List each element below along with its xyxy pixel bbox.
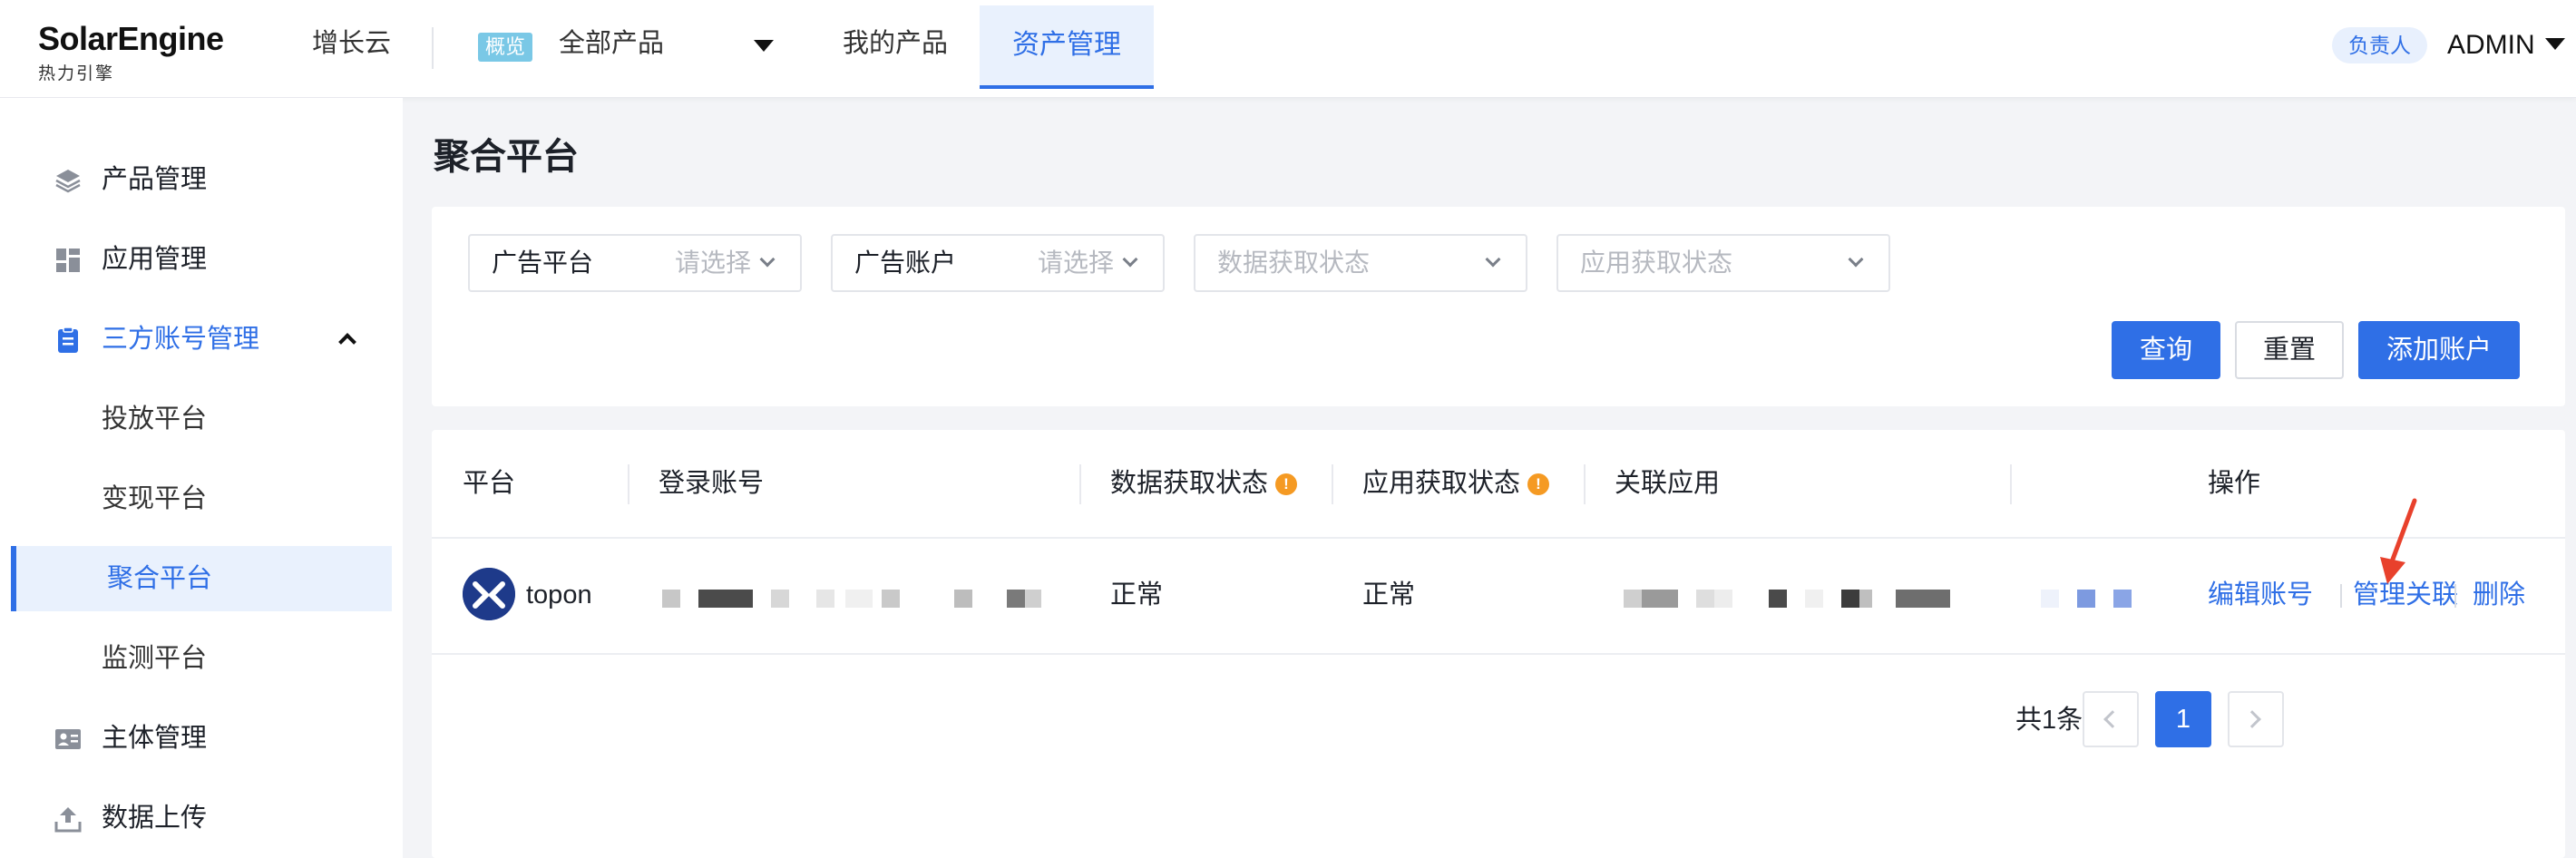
brand-name: SolarEngine [38,20,224,57]
accounts-table: 平台 登录账号 数据获取状态! 应用获取状态! 关联应用 操作 topon 正常… [432,430,2565,858]
column-divider [1079,464,1081,504]
app-status-placeholder: 应用获取状态 [1580,249,1733,277]
tab-asset-management-label: 资产管理 [1012,30,1121,60]
app-grid-icon [56,249,80,272]
my-products-link[interactable]: 我的产品 [843,0,948,87]
sidebar-item-ad-platform[interactable]: 投放平台 [0,385,392,453]
action-divider [2340,584,2342,608]
query-button[interactable]: 查询 [2112,321,2220,379]
sidebar-item-label: 主体管理 [102,724,208,753]
column-header-linked-apps: 关联应用 [1615,469,1721,498]
user-name: ADMIN [2447,30,2535,60]
edit-account-link[interactable]: 编辑账号 [2208,537,2313,653]
ad-account-placeholder: 请选择 [1038,249,1115,277]
sidebar-item-label: 数据上传 [102,804,208,833]
app-status-select[interactable]: 应用获取状态 [1556,234,1890,292]
pagination-total: 共1条 [2015,706,2083,735]
sidebar-item-product-management[interactable]: 产品管理 [0,145,392,214]
app-status-value: 正常 [1362,580,1416,609]
sidebar: 产品管理 应用管理 三方账号管理 投放平台 变现平台 聚合平台 监测平台 主体管… [0,98,403,858]
sidebar-item-label: 聚合平台 [107,564,213,593]
id-card-icon [55,729,81,749]
brand-logo[interactable]: SolarEngine 热力引擎 [38,20,224,84]
ad-platform-select[interactable]: 广告平台 请选择 [468,234,802,292]
user-caret-down-icon[interactable] [2545,38,2565,50]
owner-badge: 负责人 [2332,27,2427,63]
sidebar-item-data-upload[interactable]: 数据上传 [0,784,392,853]
sidebar-item-label: 投放平台 [102,405,208,434]
next-page-button[interactable] [2228,691,2284,747]
page-1-button[interactable]: 1 [2155,691,2211,747]
delete-link[interactable]: 删除 [2473,537,2525,653]
action-divider [2454,584,2456,608]
chevron-left-icon [2103,710,2122,728]
sidebar-item-label: 监测平台 [102,644,208,673]
tab-asset-management[interactable]: 资产管理 [980,5,1154,89]
sidebar-item-label: 三方账号管理 [102,325,260,354]
data-status-value: 正常 [1110,580,1164,609]
clipboard-icon [58,327,78,353]
brand-subtitle: 热力引擎 [38,64,115,83]
chevron-right-icon [2243,710,2261,728]
sidebar-item-entity-management[interactable]: 主体管理 [0,704,392,773]
info-warning-icon[interactable]: ! [1527,473,1550,496]
filter-panel: 广告平台 请选择 广告账户 请选择 数据获取状态 应用获取状态 查询 重置 添加… [432,207,2565,406]
column-header-login-account: 登录账号 [659,469,765,498]
data-status-placeholder: 数据获取状态 [1217,249,1371,277]
chevron-down-icon [1122,251,1138,268]
column-divider [628,464,629,504]
column-header-app-status: 应用获取状态! [1362,430,1550,537]
info-warning-icon[interactable]: ! [1275,473,1298,496]
column-header-app-status-label: 应用获取状态 [1362,469,1521,498]
top-bar: SolarEngine 热力引擎 增长云 概览 全部产品 我的产品 资产管理 负… [0,0,2576,98]
sidebar-item-app-management[interactable]: 应用管理 [0,225,392,294]
sidebar-item-label: 产品管理 [102,165,208,194]
column-header-actions: 操作 [2208,469,2261,498]
sidebar-item-third-party-accounts[interactable]: 三方账号管理 [0,305,392,374]
layers-icon [55,170,81,193]
column-header-data-status-label: 数据获取状态 [1110,469,1269,498]
column-divider [2010,464,2012,504]
ad-platform-placeholder: 请选择 [675,249,752,277]
sidebar-item-label: 应用管理 [102,245,208,274]
annotation-arrow-icon [2380,498,2417,584]
column-divider [1332,464,1333,504]
sidebar-item-aggregation-platform[interactable]: 聚合平台 [11,546,392,611]
ad-account-label: 广告账户 [854,249,957,277]
column-divider [1584,464,1586,504]
caret-down-icon[interactable] [754,40,774,52]
user-menu[interactable]: ADMIN [2447,0,2535,91]
top-divider [432,27,434,69]
sidebar-item-tracking-platform[interactable]: 监测平台 [0,624,392,693]
topon-logo-icon [463,568,515,620]
chevron-up-icon[interactable] [338,333,356,351]
column-header-data-status: 数据获取状态! [1110,430,1298,537]
data-status-select[interactable]: 数据获取状态 [1194,234,1527,292]
sidebar-item-label: 变现平台 [102,484,208,513]
add-account-button[interactable]: 添加账户 [2358,321,2520,379]
ad-platform-label: 广告平台 [492,249,594,277]
reset-button[interactable]: 重置 [2235,321,2344,379]
overview-badge[interactable]: 概览 [478,33,533,62]
sidebar-item-monetization-platform[interactable]: 变现平台 [0,464,392,533]
column-header-platform: 平台 [463,469,516,498]
growth-cloud-link[interactable]: 增长云 [312,0,391,87]
prev-page-button[interactable] [2083,691,2139,747]
chevron-down-icon [759,251,776,268]
product-select[interactable]: 全部产品 [559,0,664,87]
chevron-down-icon [1485,251,1501,268]
row-divider [432,653,2565,655]
platform-name: topon [526,580,592,609]
chevron-down-icon [1848,251,1864,268]
page-title: 聚合平台 [434,137,579,177]
ad-account-select[interactable]: 广告账户 请选择 [831,234,1165,292]
upload-icon [54,807,82,833]
